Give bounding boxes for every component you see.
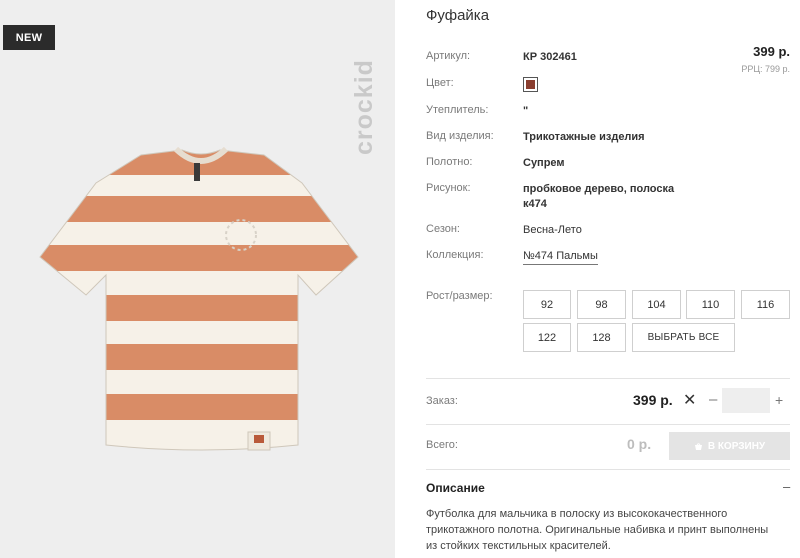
size-116-button[interactable]: 116 — [741, 290, 790, 319]
size-128-button[interactable]: 128 — [577, 323, 626, 352]
size-98-button[interactable]: 98 — [577, 290, 626, 319]
product-title: Фуфайка — [426, 7, 490, 24]
basket-icon — [694, 442, 702, 450]
order-price: 399 р. — [633, 392, 673, 408]
attr-season-label: Сезон: — [426, 223, 460, 235]
attr-pattern-label: Рисунок: — [426, 182, 471, 194]
description-text: Футболка для мальчика в полоску из высок… — [426, 508, 769, 552]
product-rrp: РРЦ: 799 р. — [741, 64, 790, 74]
product-details: Фуфайка 399 р. РРЦ: 799 р. Артикул: КР 3… — [426, 0, 800, 558]
size-label: Рост/размер: — [426, 290, 493, 302]
attr-article-value: КР 302461 — [523, 51, 577, 63]
product-price: 399 р. — [753, 44, 790, 59]
new-badge: NEW — [3, 25, 55, 50]
total-label: Всего: — [426, 439, 458, 451]
divider — [426, 469, 790, 470]
collection-link[interactable]: №474 Пальмы — [523, 250, 598, 265]
size-110-button[interactable]: 110 — [686, 290, 735, 319]
attr-season-value: Весна-Лето — [523, 224, 582, 236]
attr-color-label: Цвет: — [426, 77, 454, 89]
quantity-input[interactable] — [722, 388, 770, 413]
color-swatch-fill — [526, 80, 535, 89]
attr-collection-label: Коллекция: — [426, 249, 484, 261]
attr-insulation-label: Утеплитель: — [426, 104, 489, 116]
increase-qty-button[interactable]: + — [775, 392, 783, 408]
attr-insulation-value: " — [523, 105, 529, 117]
divider — [426, 424, 790, 425]
size-92-button[interactable]: 92 — [523, 290, 571, 319]
size-104-button[interactable]: 104 — [632, 290, 681, 319]
decrease-qty-button[interactable]: – — [709, 391, 717, 408]
attr-collection-value: №474 Пальмы — [523, 249, 693, 265]
attr-fabric-value: Супрем — [523, 157, 565, 169]
color-swatch[interactable] — [523, 77, 538, 92]
description-collapse-icon[interactable]: – — [783, 479, 790, 494]
total-value: 0 р. — [627, 436, 652, 452]
attr-fabric-label: Полотно: — [426, 156, 473, 168]
product-photo[interactable]: NEW crockid — [0, 0, 395, 558]
order-label: Заказ: — [426, 395, 458, 407]
description-heading[interactable]: Описание — [426, 481, 485, 495]
divider — [426, 378, 790, 379]
size-122-button[interactable]: 122 — [523, 323, 571, 352]
attr-type-label: Вид изделия: — [426, 130, 494, 142]
brand-watermark-text: crockid — [352, 59, 378, 155]
select-all-sizes-button[interactable]: ВЫБРАТЬ ВСЕ — [632, 323, 735, 352]
clear-order-icon[interactable]: ✕ — [683, 390, 696, 410]
attr-article-label: Артикул: — [426, 50, 471, 62]
add-to-cart-button[interactable]: В КОРЗИНУ — [669, 432, 790, 460]
add-to-cart-label: В КОРЗИНУ — [707, 440, 766, 452]
attr-type-value: Трикотажные изделия — [523, 131, 645, 143]
brand-watermark: crockid — [352, 59, 378, 155]
tshirt-image — [39, 146, 359, 451]
attr-pattern-value: пробковое дерево, полоска к474 — [523, 183, 675, 210]
